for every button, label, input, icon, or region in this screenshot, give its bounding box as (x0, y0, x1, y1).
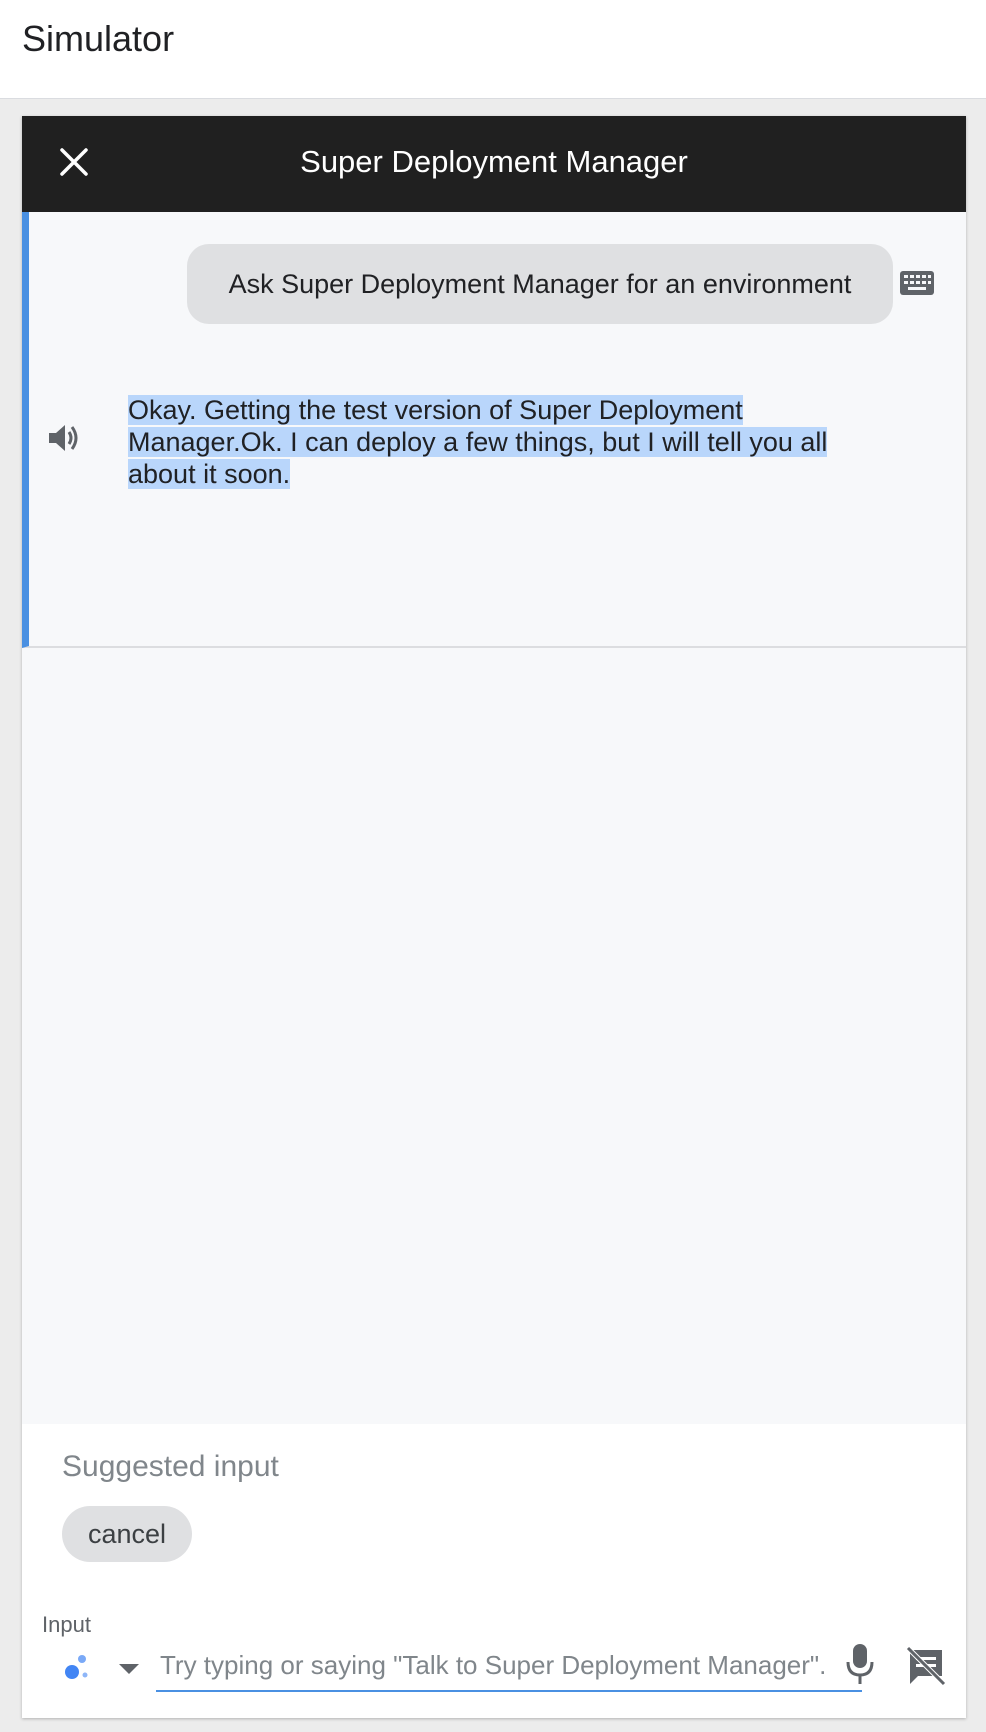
simulator-panel: Super Deployment Manager Ask Super Deplo… (22, 116, 966, 1718)
user-message-text: Ask Super Deployment Manager for an envi… (228, 268, 852, 299)
bot-message-text: Okay. Getting the test version of Super … (128, 395, 828, 489)
input-footer: Suggested input cancel Input (22, 1424, 966, 1718)
no-display-icon[interactable] (904, 1644, 948, 1688)
microphone-icon[interactable] (840, 1640, 880, 1688)
query-input[interactable] (156, 1640, 862, 1692)
chevron-down-icon (119, 1664, 139, 1674)
speaker-icon (49, 425, 78, 451)
bot-message: Okay. Getting the test version of Super … (128, 394, 878, 490)
simulator-header: Super Deployment Manager (22, 116, 966, 212)
google-assistant-icon (65, 1655, 88, 1679)
top-bar: Simulator (0, 0, 986, 99)
suggested-input-label: Suggested input (62, 1450, 279, 1483)
simulator-title: Super Deployment Manager (300, 144, 688, 179)
input-label: Input (42, 1612, 91, 1637)
page-title: Simulator (22, 18, 175, 59)
conversation-turn: Ask Super Deployment Manager for an envi… (22, 212, 966, 648)
keyboard-icon (900, 271, 934, 295)
suggestion-chip-cancel[interactable]: cancel (62, 1506, 192, 1562)
user-message-bubble: Ask Super Deployment Manager for an envi… (187, 244, 893, 324)
input-mode-dropdown[interactable] (60, 1646, 144, 1690)
conversation-empty-area (22, 648, 966, 1424)
